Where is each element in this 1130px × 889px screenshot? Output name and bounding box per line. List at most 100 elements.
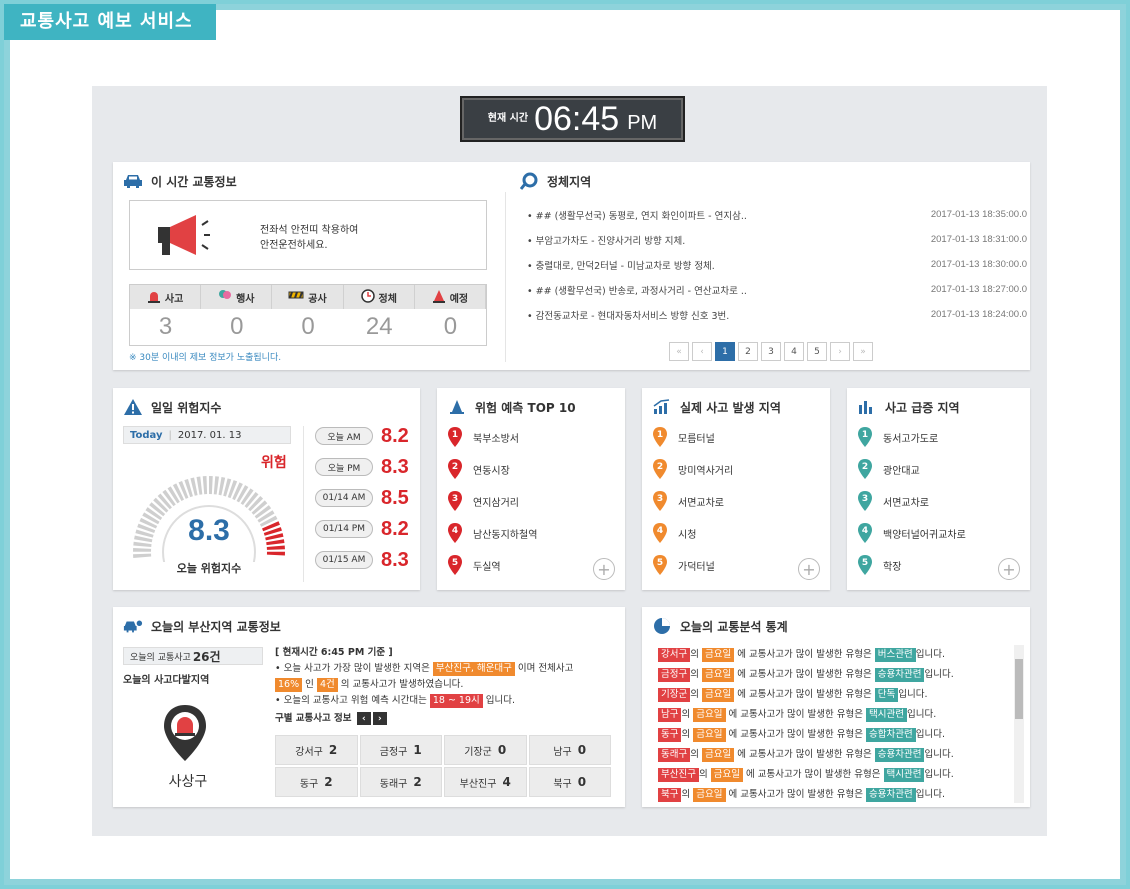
page-first-button[interactable]: « (669, 342, 689, 361)
district-cell[interactable]: 동래구 2 (359, 767, 442, 797)
district-cell[interactable]: 북구 0 (528, 767, 611, 797)
rank-item[interactable]: 2 광안대교 (857, 458, 920, 480)
actual-more-button[interactable]: + (798, 558, 820, 580)
rank-item[interactable]: 1 북부소방서 (447, 426, 519, 448)
risk-slot: 01/15 AM 8.3 (315, 549, 415, 571)
today-date-bar: Today | 2017. 01. 13 (123, 426, 291, 444)
svg-text:5: 5 (862, 558, 868, 568)
district-cell[interactable]: 금정구 1 (359, 735, 442, 765)
district-next-button[interactable]: › (372, 712, 387, 725)
analysis-mid: 에 교통사고가 많이 발생한 유형은 (728, 789, 863, 800)
today-separator: | (168, 429, 172, 441)
analysis-end: 입니다. (898, 689, 928, 700)
page-prev-button[interactable]: ‹ (692, 342, 712, 361)
page-button-3[interactable]: 3 (761, 342, 781, 361)
rank-item[interactable]: 2 망미역사거리 (652, 458, 733, 480)
rank-item[interactable]: 1 동서고가도로 (857, 426, 938, 448)
rank-item[interactable]: 4 시청 (652, 522, 696, 544)
top10-more-button[interactable]: + (593, 558, 615, 580)
rank-item[interactable]: 3 서면교차로 (857, 490, 929, 512)
district-cell[interactable]: 기장군 0 (444, 735, 527, 765)
rank-item[interactable]: 3 서면교차로 (652, 490, 724, 512)
rank-pin-icon: 1 (447, 426, 463, 448)
analysis-end: 입니다. (924, 769, 954, 780)
risk-slot: 01/14 AM 8.5 (315, 486, 415, 509)
district-count: 0 (577, 775, 587, 789)
rank-name: 연동시장 (473, 465, 510, 477)
page-next-button[interactable]: › (830, 342, 850, 361)
congestion-item[interactable]: • 감전동교차로 - 현대자동차서비스 방향 신호 3번. 2017-01-13 … (527, 302, 1027, 327)
district-cell[interactable]: 부산진구 4 (444, 767, 527, 797)
surge-card: 사고 급증 지역 1 동서고가도로 2 광안대교 3 서면교차로 4 백양터널어귀교차로 5 학장… (847, 388, 1030, 590)
slot-value: 8.5 (381, 486, 409, 509)
analysis-mid: 에 교통사고가 많이 발생한 유형은 (737, 649, 872, 660)
rank-pin-icon: 5 (652, 554, 668, 576)
rank-pin-icon: 4 (447, 522, 463, 544)
page-button-4[interactable]: 4 (784, 342, 804, 361)
day-tag: 금요일 (702, 648, 735, 662)
congestion-item[interactable]: • 충렬대로, 만덕2터널 - 미남교차로 방향 정체. 2017-01-13 1… (527, 252, 1027, 277)
josa: 의 (681, 729, 691, 740)
svg-text:1: 1 (452, 430, 458, 440)
rank-item[interactable]: 5 두실역 (447, 554, 501, 576)
congestion-item[interactable]: • ## (생활무선국) 반송로, 과정사거리 - 연산교차로 .. 2017-0… (527, 277, 1027, 302)
page-button-5[interactable]: 5 (807, 342, 827, 361)
busan-time-header: [ 현재시간 6:45 PM 기준 ] (275, 647, 393, 658)
congestion-icon (519, 172, 539, 190)
day-tag: 금요일 (693, 728, 726, 742)
district-count: 4 (502, 775, 511, 789)
gauge-segment (266, 539, 285, 546)
congestion-item[interactable]: • ## (생활무선국) 동평로, 연지 화인이파트 - 연지삼.. 2017-0… (527, 202, 1027, 227)
rank-item[interactable]: 5 가덕터널 (652, 554, 715, 576)
stat-label-text: 정체 (378, 293, 397, 305)
rank-item[interactable]: 3 연지삼거리 (447, 490, 519, 512)
josa: 의 (681, 789, 691, 800)
congestion-date: 2017-01-13 18:30:00.0 (930, 259, 1027, 270)
page-button-1[interactable]: 1 (715, 342, 735, 361)
day-tag: 금요일 (693, 788, 726, 802)
scrollbar-thumb[interactable] (1015, 659, 1023, 719)
josa: 의 (681, 709, 691, 720)
congestion-header: 정체지역 (519, 172, 591, 190)
analysis-end: 입니다. (915, 789, 945, 800)
analysis-mid: 에 교통사고가 많이 발생한 유형은 (737, 669, 872, 680)
svg-text:2: 2 (452, 462, 458, 472)
district-count: 2 (328, 743, 338, 757)
type-tag: 단독 (874, 688, 899, 702)
rank-item[interactable]: 1 모름터널 (652, 426, 715, 448)
rank-item[interactable]: 2 연동시장 (447, 458, 510, 480)
bullet: • (527, 285, 536, 297)
rank-name: 서면교차로 (883, 497, 929, 509)
rank-item[interactable]: 4 남산동지하철역 (447, 522, 537, 544)
rank-item[interactable]: 5 학장 (857, 554, 901, 576)
slot-label: 01/14 AM (315, 489, 373, 507)
rank-pin-icon: 4 (857, 522, 873, 544)
rank-name: 남산동지하철역 (473, 529, 538, 541)
congestion-item[interactable]: • 부암고가차도 - 진양사거리 방향 지체. 2017-01-13 18:31:… (527, 227, 1027, 252)
analysis-row: 남구 의 금요일 에 교통사고가 많이 발생한 유형은 택시관련 입니다. (658, 705, 1008, 725)
bullet: • (527, 235, 536, 247)
congestion-desc: 감전동교차로 - 현대자동차서비스 방향 신호 3번. (535, 310, 730, 322)
congestion-title: 정체지역 (547, 174, 592, 189)
analysis-scrollbar[interactable] (1014, 645, 1024, 803)
josa: 의 (690, 669, 699, 680)
rank-item[interactable]: 4 백양터널어귀교차로 (857, 522, 966, 544)
page-button-2[interactable]: 2 (738, 342, 758, 361)
district-cell[interactable]: 남구 0 (528, 735, 611, 765)
district-cell[interactable]: 동구 2 (275, 767, 358, 797)
risk-header: 일일 위험지수 (123, 398, 221, 416)
district-tag: 동구 (658, 728, 682, 742)
busan-traffic-card: 오늘의 부산지역 교통정보 오늘의 교통사고 26건 오늘의 사고다발지역 사상구… (113, 607, 625, 807)
congestion-text: • 감전동교차로 - 현대자동차서비스 방향 신호 3번. (527, 308, 729, 322)
busan-header: 오늘의 부산지역 교통정보 (123, 617, 281, 635)
page-last-button[interactable]: » (853, 342, 873, 361)
analysis-title: 오늘의 교통분석 통계 (680, 619, 788, 634)
surge-more-button[interactable]: + (998, 558, 1020, 580)
today-date: 2017. 01. 13 (177, 429, 242, 441)
district-prev-button[interactable]: ‹ (356, 712, 371, 725)
slot-value: 8.2 (381, 424, 409, 447)
gauge-segment (213, 476, 219, 495)
risk-title: 일일 위험지수 (151, 400, 222, 415)
district-cell[interactable]: 강서구 2 (275, 735, 358, 765)
day-tag: 금요일 (693, 708, 726, 722)
